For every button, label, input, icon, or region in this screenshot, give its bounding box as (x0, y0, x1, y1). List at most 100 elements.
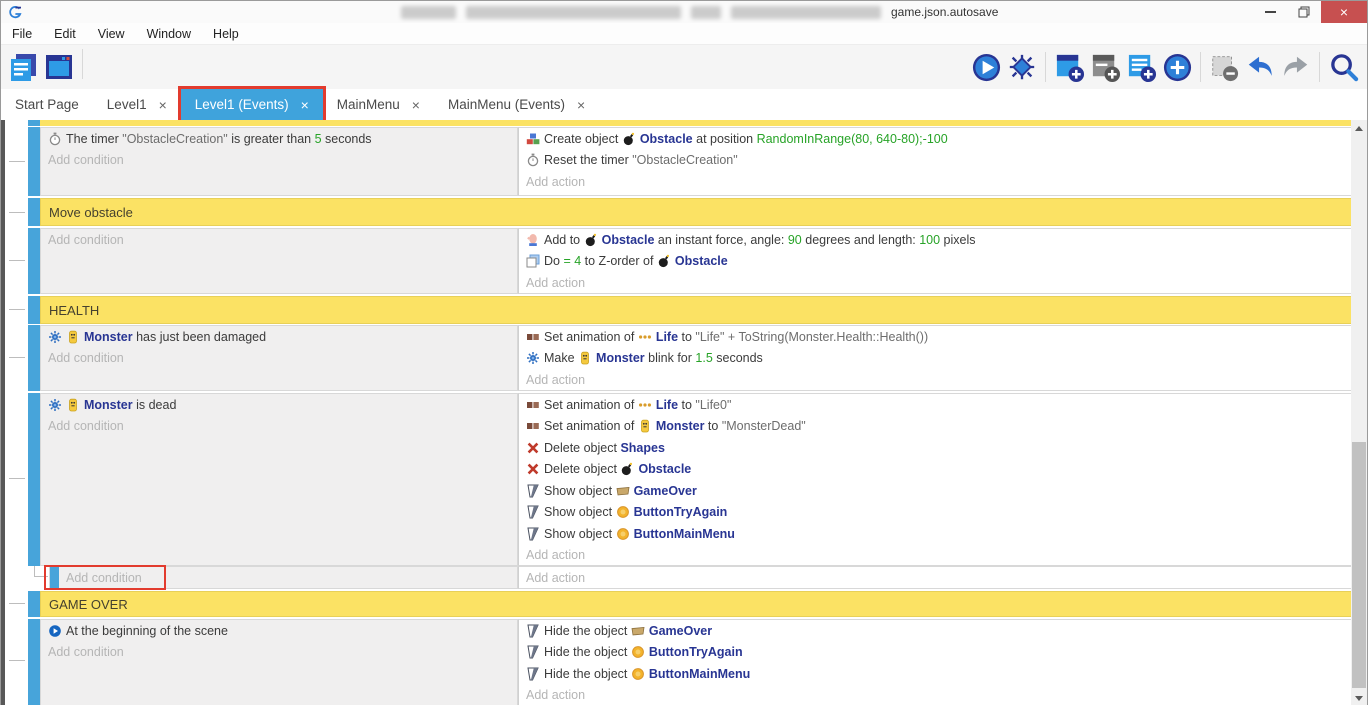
conditions-cell: Monster is dead Add condition (40, 393, 518, 566)
add-action[interactable]: Add action (519, 545, 1352, 567)
redacted-title-text (731, 6, 881, 19)
restore-button[interactable] (1287, 1, 1321, 23)
bomb-icon (622, 132, 636, 146)
debug-button[interactable] (1004, 49, 1040, 85)
add-condition[interactable]: Add condition (59, 567, 142, 588)
vertical-scrollbar[interactable] (1351, 120, 1367, 705)
add-sub-event-button[interactable] (1087, 49, 1123, 85)
scrollbar-thumb[interactable] (1352, 442, 1366, 688)
add-comment-button[interactable] (1123, 49, 1159, 85)
tab-label: MainMenu (Events) (448, 97, 565, 112)
tab-level1-events[interactable]: Level1 (Events) × (181, 89, 323, 120)
condition-row[interactable]: The timer "ObstacleCreation" is greater … (41, 128, 517, 150)
bug-icon (1007, 52, 1037, 82)
show-object-icon (526, 484, 540, 498)
action-row[interactable]: Delete object Shapes (519, 437, 1352, 459)
blink-behavior-icon (526, 351, 540, 365)
toolbar (1, 45, 1367, 89)
comment-text[interactable]: HEALTH (40, 296, 1353, 324)
event-selection-bar[interactable] (28, 198, 40, 226)
project-manager-button[interactable] (5, 49, 41, 85)
event-scene-begin: At the beginning of the scene Add condit… (28, 619, 1353, 705)
tab-close-icon[interactable]: × (301, 97, 309, 113)
add-condition[interactable]: Add condition (41, 642, 517, 664)
tab-close-icon[interactable]: × (159, 97, 167, 113)
menu-file[interactable]: File (1, 23, 43, 44)
event-selection-bar[interactable] (28, 127, 40, 196)
add-condition[interactable]: Add condition (41, 229, 517, 251)
tab-mainmenu[interactable]: MainMenu × (323, 89, 434, 120)
add-condition[interactable]: Add condition (41, 348, 517, 370)
action-row[interactable]: Show object ButtonTryAgain (519, 502, 1352, 524)
condition-row[interactable]: Monster has just been damaged (41, 326, 517, 348)
action-row[interactable]: Make Monster blink for 1.5 seconds (519, 348, 1352, 370)
undo-button[interactable] (1242, 49, 1278, 85)
sub-event-row: Add condition Add action (28, 566, 1353, 589)
menu-view[interactable]: View (87, 23, 136, 44)
action-row[interactable]: Do = 4 to Z-order of Obstacle (519, 251, 1352, 273)
tab-close-icon[interactable]: × (412, 97, 420, 113)
redacted-title-text (466, 6, 681, 19)
condition-row[interactable]: At the beginning of the scene (41, 620, 517, 642)
conditions-cell: Add condition (40, 228, 518, 294)
action-row[interactable]: Set animation of Life to "Life0" (519, 394, 1352, 416)
tab-label: Level1 (107, 97, 147, 112)
sub-event-selection-bar[interactable] (50, 567, 59, 588)
action-row[interactable]: Hide the object ButtonTryAgain (519, 642, 1352, 664)
event-selection-bar[interactable] (28, 393, 40, 566)
scroll-down-button[interactable] (1351, 690, 1367, 705)
event-selection-bar[interactable] (28, 619, 40, 705)
tab-start-page[interactable]: Start Page (1, 89, 93, 120)
animation-icon (526, 398, 540, 412)
action-row[interactable]: Set animation of Life to "Life" + ToStri… (519, 326, 1352, 348)
add-condition[interactable]: Add condition (41, 150, 517, 172)
add-action[interactable]: Add action (519, 567, 1352, 588)
redo-button[interactable] (1278, 49, 1314, 85)
comment-text[interactable]: Move obstacle (40, 198, 1353, 226)
search-button[interactable] (1325, 49, 1361, 85)
tab-mainmenu-events[interactable]: MainMenu (Events) × (434, 89, 599, 120)
action-row[interactable]: Show object GameOver (519, 480, 1352, 502)
scroll-up-button[interactable] (1351, 120, 1367, 136)
scroll-down-icon (1355, 696, 1363, 701)
add-event-button[interactable] (1051, 49, 1087, 85)
action-row[interactable]: Show object ButtonMainMenu (519, 523, 1352, 545)
event-selection-bar[interactable] (28, 228, 40, 294)
add-condition[interactable]: Add condition (41, 416, 517, 438)
event-selection-bar[interactable] (28, 296, 40, 324)
tab-close-icon[interactable]: × (577, 97, 585, 113)
add-action[interactable]: Add action (519, 369, 1352, 391)
minimize-button[interactable] (1253, 1, 1287, 23)
action-row[interactable]: Delete object Obstacle (519, 459, 1352, 481)
menu-window[interactable]: Window (136, 23, 202, 44)
menu-help[interactable]: Help (202, 23, 250, 44)
title-bar: game.json.autosave × (1, 1, 1367, 23)
add-action[interactable]: Add action (519, 171, 1352, 193)
action-row[interactable]: Hide the object GameOver (519, 620, 1352, 642)
event-selection-bar[interactable] (28, 325, 40, 391)
close-button[interactable]: × (1321, 1, 1367, 23)
action-row[interactable]: Hide the object ButtonMainMenu (519, 663, 1352, 685)
tab-label: Level1 (Events) (195, 97, 289, 112)
action-row[interactable]: Reset the timer "ObstacleCreation" (519, 150, 1352, 172)
event-selection-bar[interactable] (28, 591, 40, 617)
add-action[interactable]: Add action (519, 685, 1352, 705)
add-sub-event-icon (1090, 52, 1121, 83)
tab-level1[interactable]: Level1 × (93, 89, 181, 120)
scene-editor-button[interactable] (41, 49, 77, 85)
life-dots-icon (638, 330, 652, 344)
comment-health: HEALTH (28, 296, 1353, 324)
add-action[interactable]: Add action (519, 272, 1352, 294)
health-behavior-icon (48, 330, 62, 344)
action-row[interactable]: Add to Obstacle an instant force, angle:… (519, 229, 1352, 251)
delete-event-button[interactable] (1206, 49, 1242, 85)
action-row[interactable]: Set animation of Monster to "MonsterDead… (519, 416, 1352, 438)
menu-edit[interactable]: Edit (43, 23, 87, 44)
tab-label: Start Page (15, 97, 79, 112)
comment-text[interactable]: GAME OVER (40, 591, 1353, 617)
preview-button[interactable] (968, 49, 1004, 85)
add-other-event-button[interactable] (1159, 49, 1195, 85)
comment-row-partial[interactable] (28, 120, 1353, 126)
action-row[interactable]: Create object Obstacle at position Rando… (519, 128, 1352, 150)
condition-row[interactable]: Monster is dead (41, 394, 517, 416)
